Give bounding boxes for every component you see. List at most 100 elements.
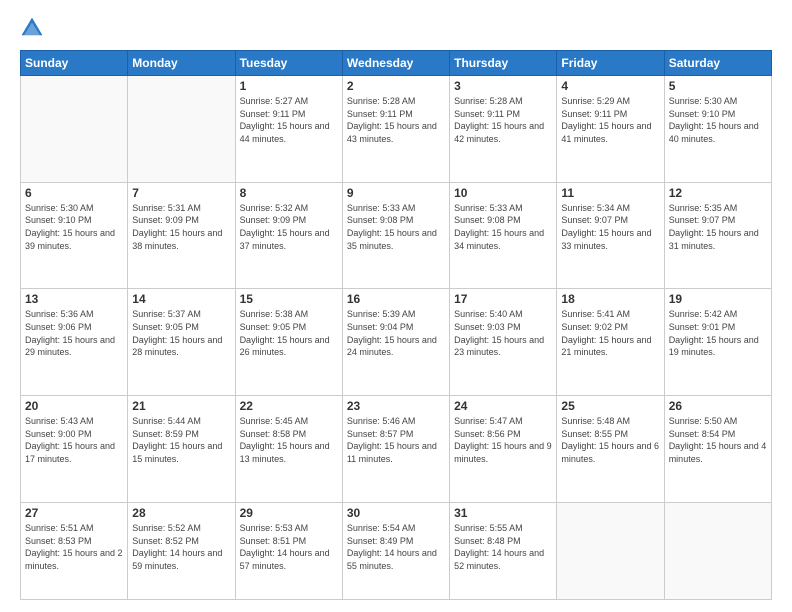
day-number: 10 (454, 186, 552, 200)
day-info: Sunrise: 5:32 AM Sunset: 9:09 PM Dayligh… (240, 202, 338, 252)
page: SundayMondayTuesdayWednesdayThursdayFrid… (0, 0, 792, 612)
calendar-cell: 22 Sunrise: 5:45 AM Sunset: 8:58 PM Dayli… (235, 396, 342, 503)
calendar-cell: 1 Sunrise: 5:27 AM Sunset: 9:11 PM Daylig… (235, 76, 342, 183)
calendar-cell (664, 502, 771, 599)
day-info: Sunrise: 5:51 AM Sunset: 8:53 PM Dayligh… (25, 522, 123, 572)
day-number: 13 (25, 292, 123, 306)
header (20, 16, 772, 40)
week-row-2: 6 Sunrise: 5:30 AM Sunset: 9:10 PM Daylig… (21, 182, 772, 289)
day-number: 31 (454, 506, 552, 520)
day-number: 25 (561, 399, 659, 413)
weekday-header-wednesday: Wednesday (342, 51, 449, 76)
week-row-1: 1 Sunrise: 5:27 AM Sunset: 9:11 PM Daylig… (21, 76, 772, 183)
day-info: Sunrise: 5:33 AM Sunset: 9:08 PM Dayligh… (454, 202, 552, 252)
day-info: Sunrise: 5:36 AM Sunset: 9:06 PM Dayligh… (25, 308, 123, 358)
calendar-cell: 12 Sunrise: 5:35 AM Sunset: 9:07 PM Dayli… (664, 182, 771, 289)
day-info: Sunrise: 5:45 AM Sunset: 8:58 PM Dayligh… (240, 415, 338, 465)
calendar-table: SundayMondayTuesdayWednesdayThursdayFrid… (20, 50, 772, 600)
day-number: 4 (561, 79, 659, 93)
calendar-cell: 29 Sunrise: 5:53 AM Sunset: 8:51 PM Dayli… (235, 502, 342, 599)
calendar-cell: 15Sunrise: 5:38 AM Sunset: 9:05 PM Dayli… (235, 289, 342, 396)
calendar-cell: 5Sunrise: 5:30 AM Sunset: 9:10 PM Daylig… (664, 76, 771, 183)
day-info: Sunrise: 5:46 AM Sunset: 8:57 PM Dayligh… (347, 415, 445, 465)
day-info: Sunrise: 5:37 AM Sunset: 9:05 PM Dayligh… (132, 308, 230, 358)
calendar-cell: 20Sunrise: 5:43 AM Sunset: 9:00 PM Dayli… (21, 396, 128, 503)
day-number: 3 (454, 79, 552, 93)
calendar-cell: 11 Sunrise: 5:34 AM Sunset: 9:07 PM Dayli… (557, 182, 664, 289)
calendar-cell: 13 Sunrise: 5:36 AM Sunset: 9:06 PM Dayli… (21, 289, 128, 396)
weekday-header-row: SundayMondayTuesdayWednesdayThursdayFrid… (21, 51, 772, 76)
calendar-cell: 23 Sunrise: 5:46 AM Sunset: 8:57 PM Dayli… (342, 396, 449, 503)
week-row-3: 13 Sunrise: 5:36 AM Sunset: 9:06 PM Dayli… (21, 289, 772, 396)
day-info: Sunrise: 5:30 AM Sunset: 9:10 PM Dayligh… (25, 202, 123, 252)
day-number: 1 (240, 79, 338, 93)
calendar-cell: 18 Sunrise: 5:41 AM Sunset: 9:02 PM Dayli… (557, 289, 664, 396)
calendar-cell: 24 Sunrise: 5:47 AM Sunset: 8:56 PM Dayli… (450, 396, 557, 503)
calendar-cell: 21 Sunrise: 5:44 AM Sunset: 8:59 PM Dayli… (128, 396, 235, 503)
calendar-cell: 19Sunrise: 5:42 AM Sunset: 9:01 PM Dayli… (664, 289, 771, 396)
day-info: Sunrise: 5:41 AM Sunset: 9:02 PM Dayligh… (561, 308, 659, 358)
day-info: Sunrise: 5:35 AM Sunset: 9:07 PM Dayligh… (669, 202, 767, 252)
calendar-cell: 17Sunrise: 5:40 AM Sunset: 9:03 PM Dayli… (450, 289, 557, 396)
weekday-header-monday: Monday (128, 51, 235, 76)
weekday-header-thursday: Thursday (450, 51, 557, 76)
day-info: Sunrise: 5:43 AM Sunset: 9:00 PM Dayligh… (25, 415, 123, 465)
day-info: Sunrise: 5:40 AM Sunset: 9:03 PM Dayligh… (454, 308, 552, 358)
calendar-cell: 4 Sunrise: 5:29 AM Sunset: 9:11 PM Daylig… (557, 76, 664, 183)
weekday-header-sunday: Sunday (21, 51, 128, 76)
day-info: Sunrise: 5:28 AM Sunset: 9:11 PM Dayligh… (347, 95, 445, 145)
day-number: 29 (240, 506, 338, 520)
day-number: 22 (240, 399, 338, 413)
day-number: 8 (240, 186, 338, 200)
calendar-cell: 30 Sunrise: 5:54 AM Sunset: 8:49 PM Dayli… (342, 502, 449, 599)
calendar-cell (21, 76, 128, 183)
day-number: 11 (561, 186, 659, 200)
day-number: 9 (347, 186, 445, 200)
day-number: 7 (132, 186, 230, 200)
day-number: 2 (347, 79, 445, 93)
day-number: 15 (240, 292, 338, 306)
day-number: 30 (347, 506, 445, 520)
calendar-cell: 27 Sunrise: 5:51 AM Sunset: 8:53 PM Dayli… (21, 502, 128, 599)
calendar-cell: 28 Sunrise: 5:52 AM Sunset: 8:52 PM Dayli… (128, 502, 235, 599)
day-number: 5 (669, 79, 767, 93)
day-info: Sunrise: 5:53 AM Sunset: 8:51 PM Dayligh… (240, 522, 338, 572)
day-number: 28 (132, 506, 230, 520)
calendar-cell: 8 Sunrise: 5:32 AM Sunset: 9:09 PM Daylig… (235, 182, 342, 289)
day-info: Sunrise: 5:50 AM Sunset: 8:54 PM Dayligh… (669, 415, 767, 465)
day-info: Sunrise: 5:33 AM Sunset: 9:08 PM Dayligh… (347, 202, 445, 252)
calendar-cell: 9 Sunrise: 5:33 AM Sunset: 9:08 PM Daylig… (342, 182, 449, 289)
calendar-cell: 6 Sunrise: 5:30 AM Sunset: 9:10 PM Daylig… (21, 182, 128, 289)
day-number: 6 (25, 186, 123, 200)
day-number: 19 (669, 292, 767, 306)
calendar-cell: 14Sunrise: 5:37 AM Sunset: 9:05 PM Dayli… (128, 289, 235, 396)
day-number: 18 (561, 292, 659, 306)
day-info: Sunrise: 5:54 AM Sunset: 8:49 PM Dayligh… (347, 522, 445, 572)
day-info: Sunrise: 5:34 AM Sunset: 9:07 PM Dayligh… (561, 202, 659, 252)
day-number: 12 (669, 186, 767, 200)
logo (20, 16, 48, 40)
day-info: Sunrise: 5:27 AM Sunset: 9:11 PM Dayligh… (240, 95, 338, 145)
calendar-cell: 10 Sunrise: 5:33 AM Sunset: 9:08 PM Dayli… (450, 182, 557, 289)
day-info: Sunrise: 5:29 AM Sunset: 9:11 PM Dayligh… (561, 95, 659, 145)
day-info: Sunrise: 5:52 AM Sunset: 8:52 PM Dayligh… (132, 522, 230, 572)
calendar-cell: 26Sunrise: 5:50 AM Sunset: 8:54 PM Dayli… (664, 396, 771, 503)
day-number: 27 (25, 506, 123, 520)
day-number: 21 (132, 399, 230, 413)
day-number: 23 (347, 399, 445, 413)
calendar-cell: 3Sunrise: 5:28 AM Sunset: 9:11 PM Daylig… (450, 76, 557, 183)
week-row-5: 27 Sunrise: 5:51 AM Sunset: 8:53 PM Dayli… (21, 502, 772, 599)
calendar-cell (557, 502, 664, 599)
calendar-cell (128, 76, 235, 183)
weekday-header-saturday: Saturday (664, 51, 771, 76)
weekday-header-tuesday: Tuesday (235, 51, 342, 76)
day-number: 24 (454, 399, 552, 413)
weekday-header-friday: Friday (557, 51, 664, 76)
calendar-cell: 16Sunrise: 5:39 AM Sunset: 9:04 PM Dayli… (342, 289, 449, 396)
calendar-cell: 2 Sunrise: 5:28 AM Sunset: 9:11 PM Daylig… (342, 76, 449, 183)
day-info: Sunrise: 5:44 AM Sunset: 8:59 PM Dayligh… (132, 415, 230, 465)
day-info: Sunrise: 5:47 AM Sunset: 8:56 PM Dayligh… (454, 415, 552, 465)
logo-icon (20, 16, 44, 40)
calendar-cell: 31Sunrise: 5:55 AM Sunset: 8:48 PM Dayli… (450, 502, 557, 599)
week-row-4: 20Sunrise: 5:43 AM Sunset: 9:00 PM Dayli… (21, 396, 772, 503)
